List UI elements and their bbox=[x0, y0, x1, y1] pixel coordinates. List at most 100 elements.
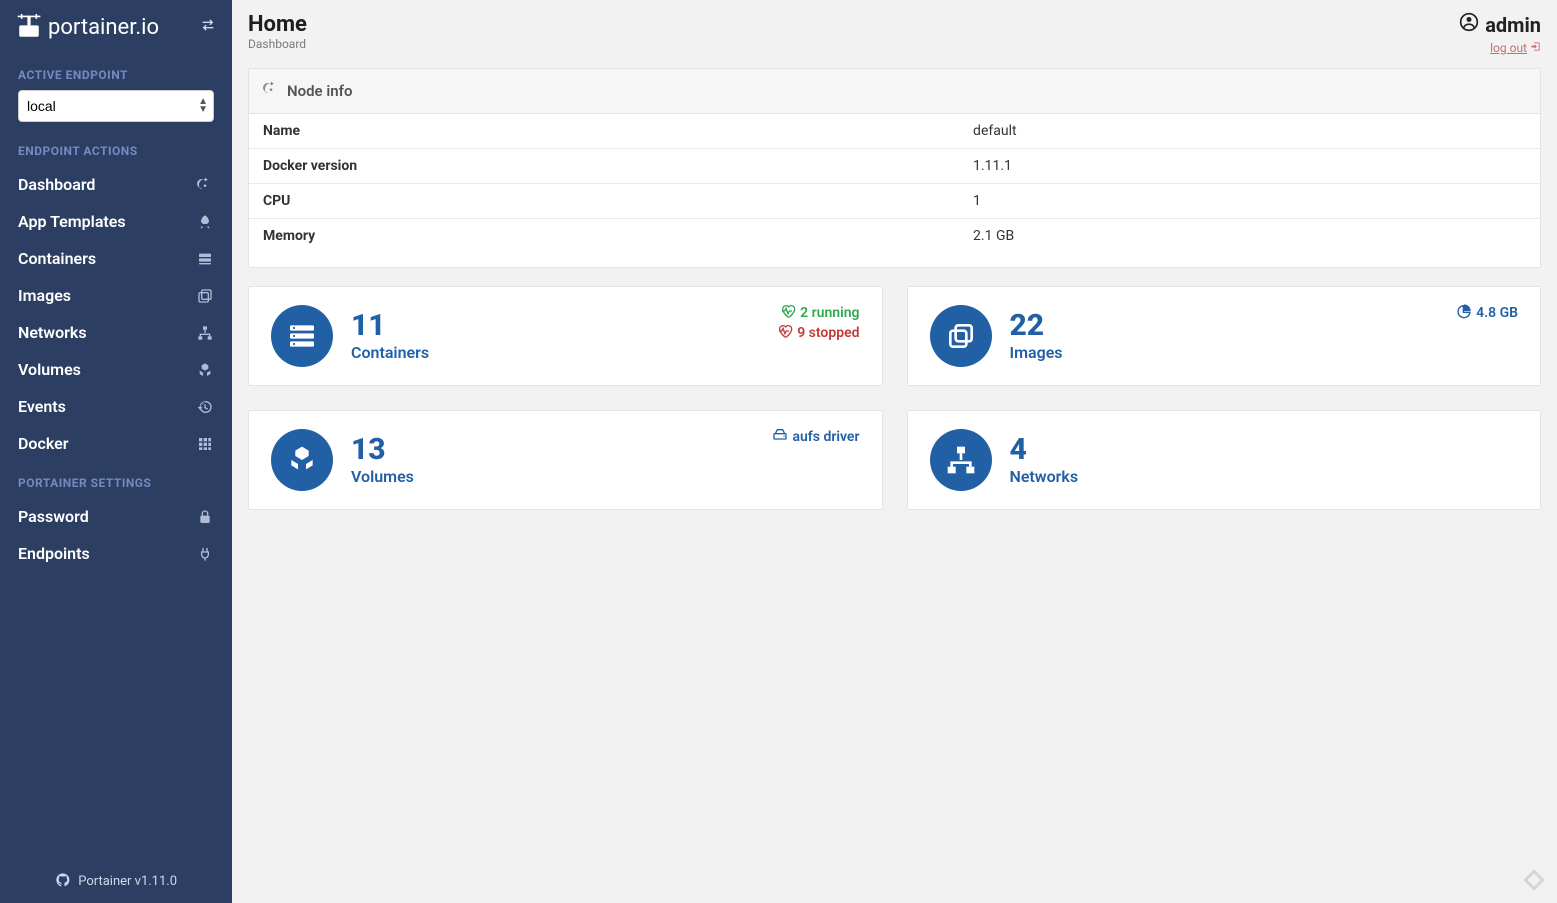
table-row: Docker version 1.11.1 bbox=[249, 149, 1540, 184]
stat-meta: 4.8 GB bbox=[1456, 303, 1518, 323]
logout-label: log out bbox=[1490, 41, 1527, 55]
table-cell-key: Docker version bbox=[249, 149, 959, 184]
history-icon bbox=[196, 398, 214, 416]
sidebar-nav-settings: Password Endpoints bbox=[0, 498, 232, 572]
stat-body: 11 Containers bbox=[351, 311, 429, 362]
pie-chart-icon bbox=[1456, 303, 1472, 323]
sidebar-footer[interactable]: Portainer v1.11.0 bbox=[0, 862, 232, 903]
heartbeat-icon bbox=[780, 303, 796, 323]
sidebar-collapse-icon[interactable] bbox=[200, 17, 216, 37]
sidebar-item-endpoints[interactable]: Endpoints bbox=[0, 535, 232, 572]
stat-label: Volumes bbox=[351, 467, 414, 486]
github-icon bbox=[55, 874, 74, 889]
table-row: Name default bbox=[249, 114, 1540, 149]
stat-count: 13 bbox=[351, 435, 414, 465]
sidebar-item-dashboard[interactable]: Dashboard bbox=[0, 166, 232, 203]
sitemap-icon bbox=[196, 324, 214, 342]
stat-card-images[interactable]: 22 Images 4.8 GB bbox=[907, 286, 1542, 386]
sidebar-item-networks[interactable]: Networks bbox=[0, 314, 232, 351]
stat-label: Containers bbox=[351, 343, 429, 362]
sitemap-icon bbox=[930, 429, 992, 491]
hdd-icon bbox=[772, 427, 788, 447]
stat-card-volumes[interactable]: 13 Volumes aufs driver bbox=[248, 410, 883, 510]
sidebar-section-active-endpoint: ACTIVE ENDPOINT bbox=[0, 54, 232, 90]
dashboard-icon bbox=[196, 176, 214, 194]
header-right: admin log out bbox=[1459, 12, 1541, 56]
logout-link[interactable]: log out bbox=[1490, 41, 1541, 55]
sidebar-item-password[interactable]: Password bbox=[0, 498, 232, 535]
table-cell-key: CPU bbox=[249, 184, 959, 219]
header-left: Home Dashboard bbox=[248, 12, 307, 51]
stat-images-size: 4.8 GB bbox=[1456, 303, 1518, 323]
table-cell-value: 2.1 GB bbox=[959, 219, 1540, 254]
stat-images-size-label: 4.8 GB bbox=[1476, 305, 1518, 321]
cubes-icon bbox=[271, 429, 333, 491]
user-name: admin bbox=[1485, 13, 1541, 37]
sidebar-nav-actions: Dashboard App Templates Containers Image… bbox=[0, 166, 232, 462]
page-title: Home bbox=[248, 12, 307, 37]
sidebar-item-label: App Templates bbox=[18, 212, 126, 231]
stat-body: 4 Networks bbox=[1010, 435, 1079, 486]
stat-count: 22 bbox=[1010, 311, 1063, 341]
cubes-icon bbox=[196, 361, 214, 379]
stat-label: Networks bbox=[1010, 467, 1079, 486]
lock-icon bbox=[196, 508, 214, 526]
sidebar-item-label: Dashboard bbox=[18, 175, 95, 194]
sidebar-section-settings: PORTAINER SETTINGS bbox=[0, 462, 232, 498]
table-row: CPU 1 bbox=[249, 184, 1540, 219]
stat-body: 13 Volumes bbox=[351, 435, 414, 486]
panel-title: Node info bbox=[287, 82, 352, 100]
clone-icon bbox=[196, 287, 214, 305]
stat-stopped: 9 stopped bbox=[777, 323, 859, 343]
endpoint-select[interactable]: local bbox=[18, 90, 214, 122]
stat-card-networks[interactable]: 4 Networks bbox=[907, 410, 1542, 510]
brand-name: portainer.io bbox=[48, 15, 159, 40]
sidebar-item-label: Networks bbox=[18, 323, 87, 342]
stat-count: 11 bbox=[351, 311, 429, 341]
page-subtitle: Dashboard bbox=[248, 37, 307, 51]
server-icon bbox=[196, 250, 214, 268]
sidebar-item-containers[interactable]: Containers bbox=[0, 240, 232, 277]
th-icon bbox=[196, 435, 214, 453]
sidebar-item-label: Volumes bbox=[18, 360, 81, 379]
dashboard-icon bbox=[263, 81, 279, 101]
table-cell-value: 1 bbox=[959, 184, 1540, 219]
sidebar-item-volumes[interactable]: Volumes bbox=[0, 351, 232, 388]
stat-meta: 2 running 9 stopped bbox=[777, 303, 859, 343]
sidebar-item-label: Password bbox=[18, 507, 89, 526]
user-icon bbox=[1459, 12, 1479, 37]
table-cell-key: Name bbox=[249, 114, 959, 149]
sidebar-item-images[interactable]: Images bbox=[0, 277, 232, 314]
sidebar-header: portainer.io bbox=[0, 0, 232, 54]
sidebar-item-label: Events bbox=[18, 397, 66, 416]
brand[interactable]: portainer.io bbox=[16, 14, 159, 40]
stat-running: 2 running bbox=[777, 303, 859, 323]
server-icon bbox=[271, 305, 333, 367]
sidebar-section-endpoint-actions: ENDPOINT ACTIONS bbox=[0, 130, 232, 166]
sidebar-item-events[interactable]: Events bbox=[0, 388, 232, 425]
stat-count: 4 bbox=[1010, 435, 1079, 465]
stat-meta: aufs driver bbox=[772, 427, 859, 447]
corner-widget-icon[interactable] bbox=[1519, 865, 1549, 895]
stat-card-containers[interactable]: 11 Containers 2 running 9 stopped bbox=[248, 286, 883, 386]
stat-volumes-driver-label: aufs driver bbox=[792, 429, 859, 445]
brand-logo-icon bbox=[16, 14, 42, 40]
sidebar-item-app-templates[interactable]: App Templates bbox=[0, 203, 232, 240]
table-row: Memory 2.1 GB bbox=[249, 219, 1540, 254]
main: Home Dashboard admin log out Node info N… bbox=[232, 0, 1557, 903]
stat-volumes-driver: aufs driver bbox=[772, 427, 859, 447]
sidebar-footer-label: Portainer v1.11.0 bbox=[78, 874, 177, 889]
sidebar-item-label: Docker bbox=[18, 434, 68, 453]
user-indicator: admin bbox=[1459, 12, 1541, 37]
stat-stopped-label: 9 stopped bbox=[797, 325, 859, 341]
stat-running-label: 2 running bbox=[800, 305, 859, 321]
sidebar-item-label: Endpoints bbox=[18, 544, 90, 563]
sidebar-item-docker[interactable]: Docker bbox=[0, 425, 232, 462]
stat-label: Images bbox=[1010, 343, 1063, 362]
table-cell-value: default bbox=[959, 114, 1540, 149]
logout-icon bbox=[1530, 41, 1541, 55]
stat-body: 22 Images bbox=[1010, 311, 1063, 362]
node-info-header: Node info bbox=[249, 69, 1540, 114]
table-cell-key: Memory bbox=[249, 219, 959, 254]
plug-icon bbox=[196, 545, 214, 563]
